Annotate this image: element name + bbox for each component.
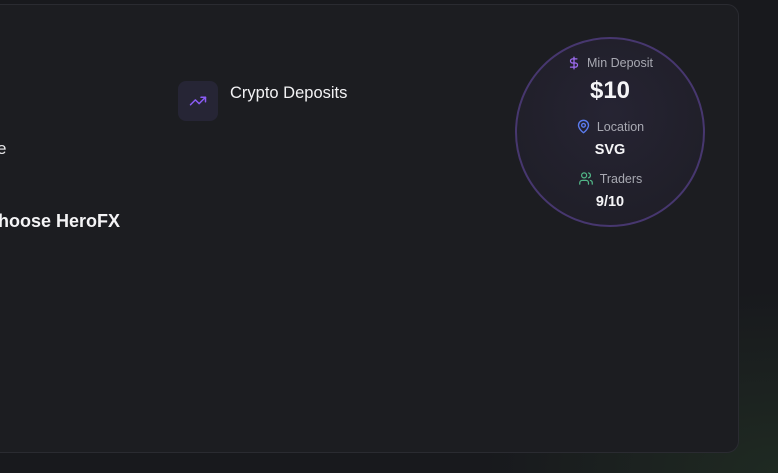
feature-label: Crypto Deposits — [230, 83, 348, 102]
feature-crypto-deposits: Crypto Deposits — [178, 81, 347, 121]
feature-text-partial: e — [0, 139, 7, 158]
users-icon — [578, 171, 594, 186]
stat-min-deposit-label: Min Deposit — [587, 56, 653, 70]
stat-location-value: SVG — [594, 142, 626, 158]
stat-location-label-row: Location — [517, 119, 703, 134]
broker-stats-circle: Min Deposit $10 Location SVG Traders 9/1… — [515, 37, 705, 227]
why-choose-heading: hoose HeroFX — [0, 211, 121, 231]
feature-icon-box — [178, 81, 218, 121]
stat-location-label: Location — [596, 119, 645, 134]
map-pin-icon — [576, 119, 591, 134]
stat-traders-label-row: Traders — [517, 171, 703, 186]
trending-up-icon — [189, 92, 207, 110]
stat-min-deposit-value: $10 — [589, 77, 631, 104]
stat-min-deposit-label-row: Min Deposit — [517, 55, 703, 71]
stat-traders-value: 9/10 — [595, 194, 625, 210]
stat-traders-label: Traders — [599, 171, 643, 186]
dollar-icon — [567, 55, 581, 71]
